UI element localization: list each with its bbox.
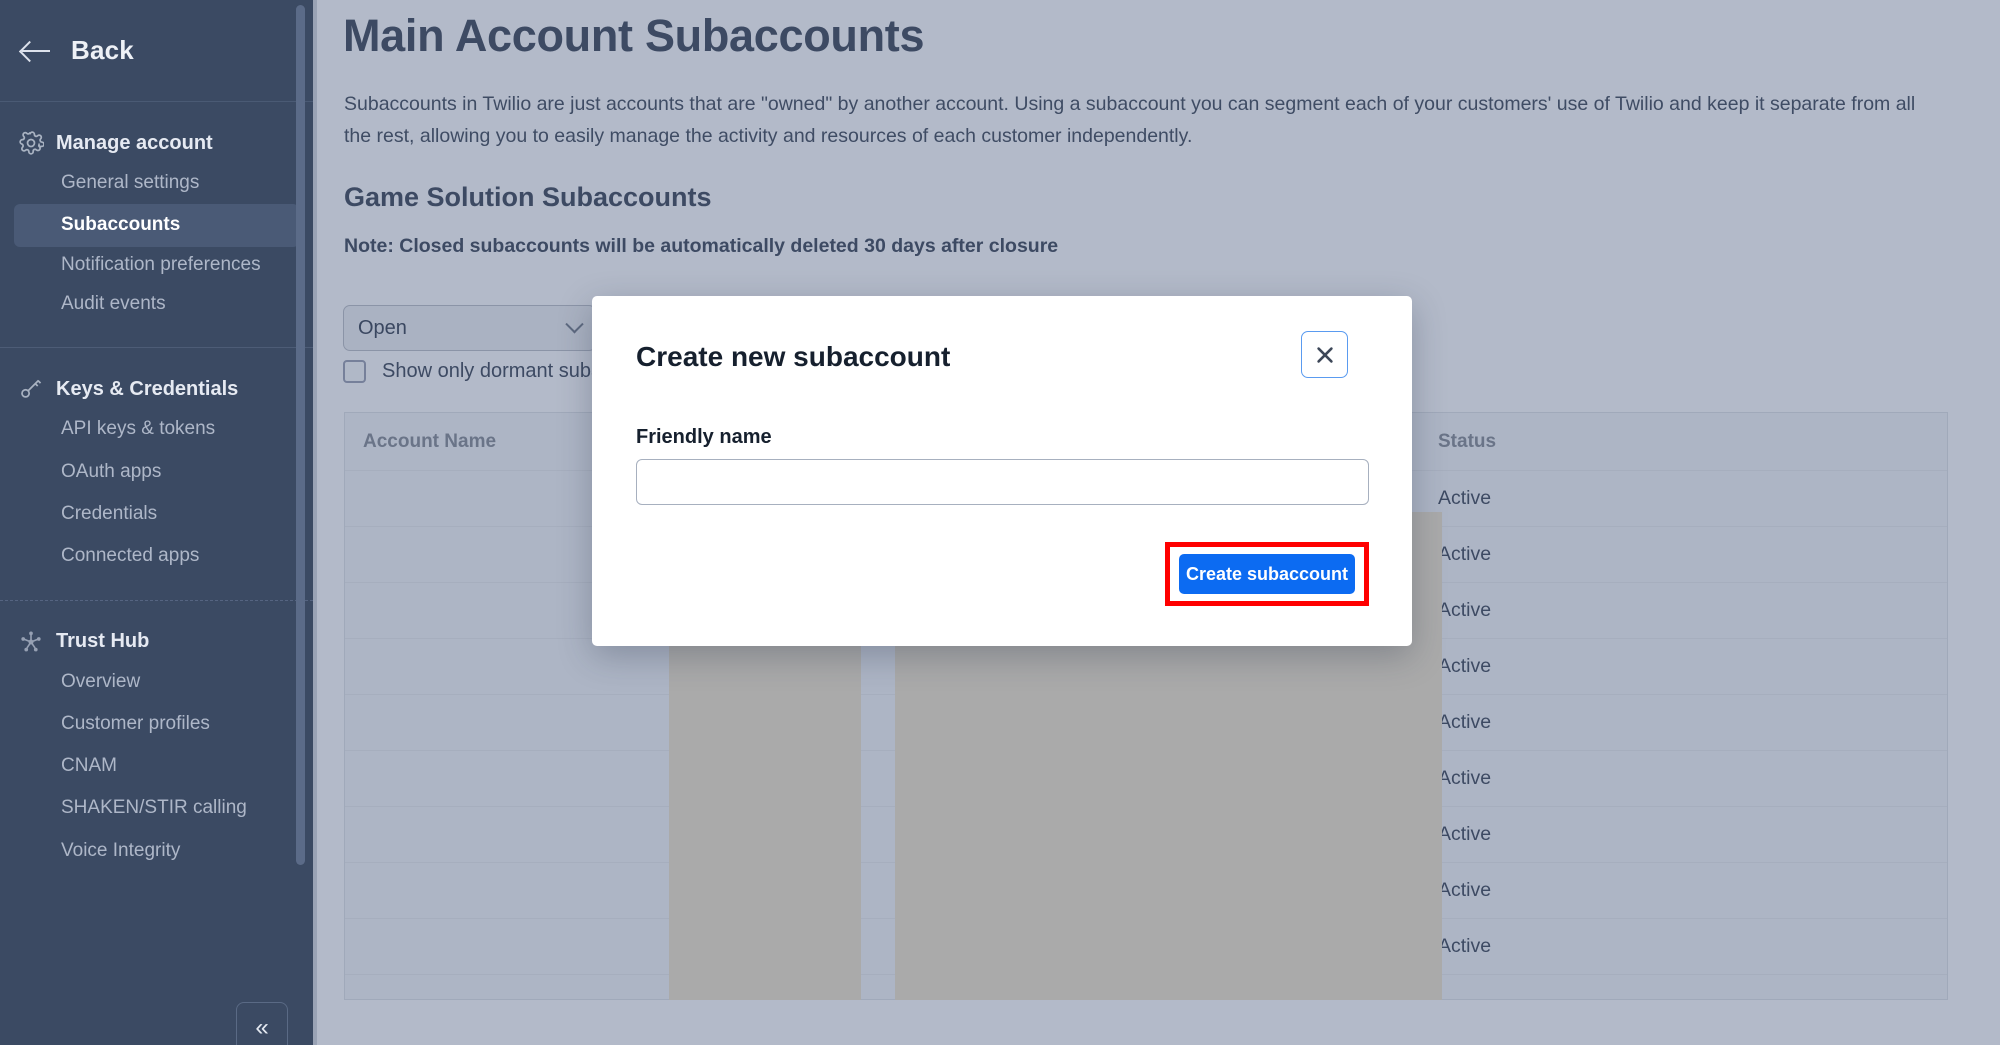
- app-root: Back Manage account General settings Sub…: [0, 0, 2000, 1045]
- close-x-icon: [1314, 344, 1336, 366]
- modal-create-subaccount-button[interactable]: Create subaccount: [1179, 554, 1355, 594]
- modal-submit-annotation-box: Create subaccount: [1165, 542, 1369, 606]
- create-subaccount-modal: Create new subaccount Friendly name Crea…: [592, 296, 1412, 646]
- friendly-name-input[interactable]: [636, 459, 1369, 505]
- modal-title: Create new subaccount: [636, 341, 951, 372]
- modal-close-button[interactable]: [1301, 331, 1348, 378]
- friendly-name-label: Friendly name: [636, 426, 772, 448]
